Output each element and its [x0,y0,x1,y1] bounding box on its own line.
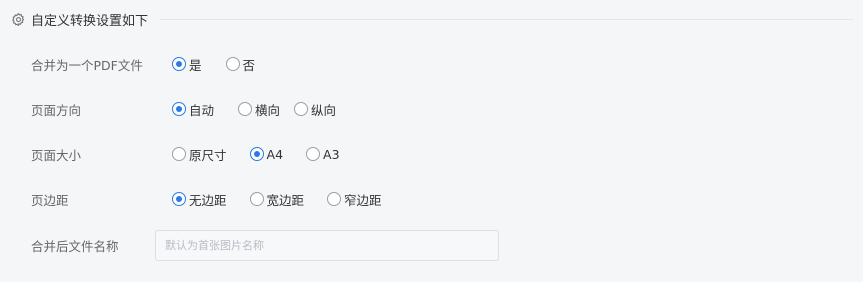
setting-row-margin: 页边距 无边距 宽边距 窄边距 [31,189,394,209]
setting-row-size: 页面大小 原尺寸 A4 A3 [31,144,352,164]
section-divider [160,19,853,20]
radio-option-orientation-auto[interactable]: 自动 [172,100,214,119]
radio-option-size-a3[interactable]: A3 [306,147,340,162]
radio-label: 纵向 [311,102,337,118]
radio-option-margin-wide[interactable]: 宽边距 [249,190,305,209]
radio-option-orientation-landscape[interactable]: 横向 [238,100,280,119]
setting-label-size: 页面大小 [31,147,82,163]
radio-button[interactable] [306,147,321,161]
radio-button-checked[interactable] [249,147,264,161]
setting-label-margin: 页边距 [31,192,69,208]
radio-button[interactable] [294,102,309,116]
radio-option-merge-yes[interactable]: 是 [172,55,202,74]
radio-option-merge-no[interactable]: 否 [225,55,256,74]
setting-row-orientation: 页面方向 自动 横向 纵向 [31,99,348,119]
setting-label-orientation: 页面方向 [31,102,82,118]
radio-button-checked[interactable] [172,57,186,71]
setting-label-merge: 合并为一个PDF文件 [31,57,143,73]
gear-icon [11,12,26,27]
radio-group-margin: 无边距 宽边距 窄边距 [172,190,394,209]
radio-button[interactable] [172,147,186,161]
radio-label: 横向 [255,102,281,118]
radio-option-margin-narrow[interactable]: 窄边距 [327,190,382,209]
radio-option-orientation-portrait[interactable]: 纵向 [294,100,336,119]
section-title: 自定义转换设置如下 [31,13,149,29]
radio-label: 否 [242,57,256,73]
radio-group-orientation: 自动 横向 纵向 [172,100,348,119]
radio-label: 自动 [189,102,215,118]
radio-button-checked[interactable] [172,192,186,206]
radio-button[interactable] [225,57,240,71]
radio-option-size-a4[interactable]: A4 [249,146,284,162]
radio-label: A3 [323,146,340,162]
radio-label: 是 [189,57,202,73]
radio-label: 窄边距 [344,192,382,208]
radio-label: 无边距 [189,192,227,208]
radio-button[interactable] [238,102,253,116]
radio-button-checked[interactable] [172,102,186,116]
radio-button[interactable] [249,192,264,206]
radio-label: A4 [266,146,284,162]
setting-row-merge: 合并为一个PDF文件 是 否 [31,54,267,74]
filename-input[interactable] [155,230,499,261]
radio-option-margin-none[interactable]: 无边距 [172,190,227,209]
radio-group-size: 原尺寸 A4 A3 [172,145,352,164]
section-header: 自定义转换设置如下 [11,9,853,29]
radio-option-size-original[interactable]: 原尺寸 [172,145,227,164]
setting-label-filename: 合并后文件名称 [31,239,119,254]
setting-row-filename: 合并后文件名称 [31,230,499,261]
radio-button[interactable] [327,192,342,206]
radio-label: 宽边距 [266,192,305,208]
radio-group-merge: 是 否 [172,55,267,74]
radio-label: 原尺寸 [189,147,227,163]
